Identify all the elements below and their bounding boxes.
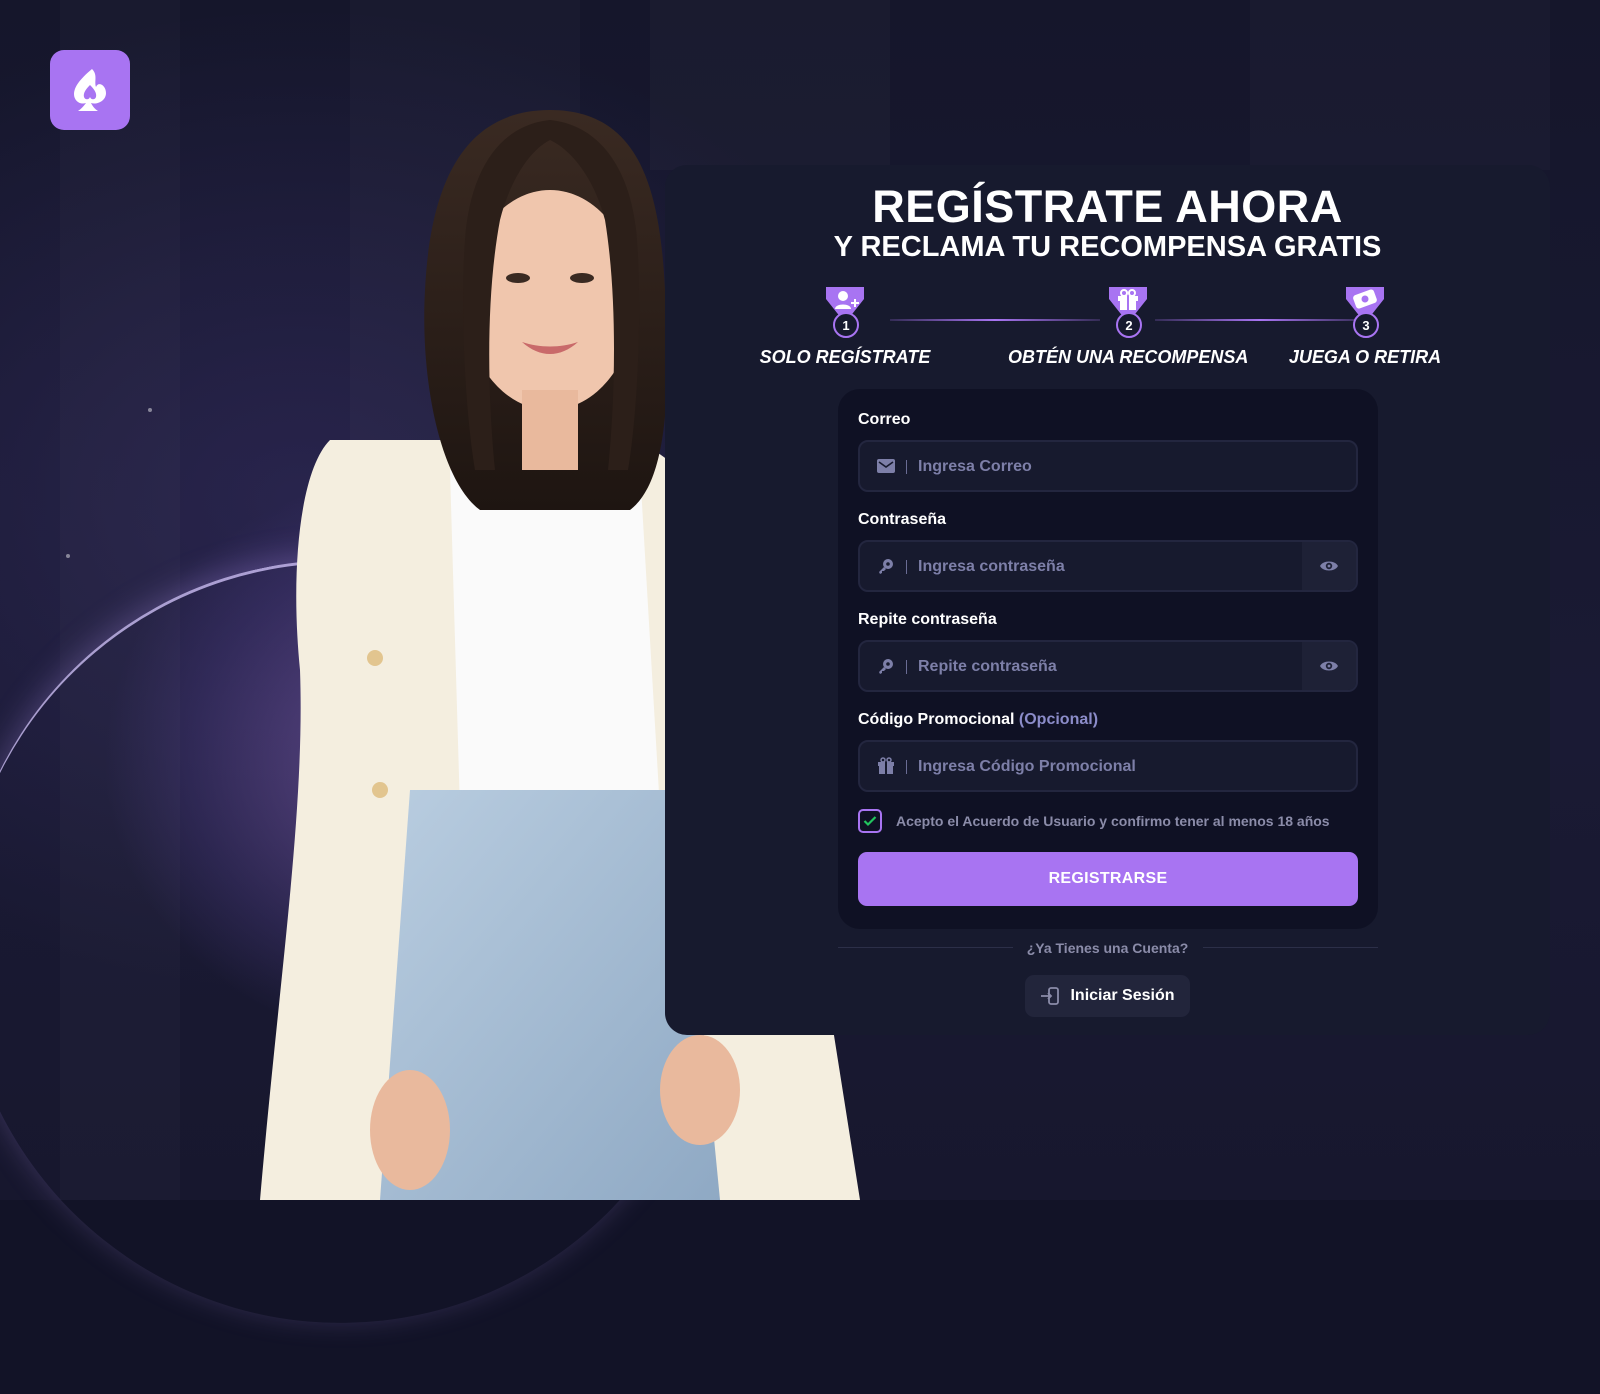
key-icon [876,657,896,675]
brand-logo[interactable] [50,50,130,130]
step-3: 3 JUEGA O RETIRA [1245,285,1485,368]
eye-icon [1320,561,1338,571]
background-panel [1250,0,1550,170]
step-label: JUEGA O RETIRA [1288,347,1442,367]
page-subtitle: Y RECLAMA TU RECOMPENSA GRATIS [833,231,1382,263]
envelope-icon [876,457,896,475]
step-number: 2 [1116,312,1142,338]
step-label: SOLO REGÍSTRATE [759,347,931,367]
registration-form: Correo Ingresa Correo Contraseña Ingresa… [838,389,1378,929]
register-button[interactable]: REGISTRARSE [858,852,1358,906]
key-icon [876,557,896,575]
email-placeholder: Ingresa Correo [918,458,1032,475]
page-title: REGÍSTRATE AHORA [872,181,1343,232]
already-have-account-text: ¿Ya Tienes una Cuenta? [1026,940,1189,956]
password-placeholder: Ingresa contraseña [918,558,1065,575]
field-separator [906,460,907,474]
password-label: Contraseña [858,511,947,528]
repeat-password-placeholder: Repite contraseña [918,658,1057,675]
repeat-password-field[interactable]: Repite contraseña [858,640,1358,692]
promo-placeholder: Ingresa Código Promocional [918,758,1136,775]
terms-label[interactable]: Acepto el Acuerdo de Usuario y confirmo … [896,813,1330,829]
promo-label: Código Promocional (Opcional) [858,711,1098,729]
show-repeat-password-toggle[interactable] [1302,642,1356,690]
check-icon [863,816,877,827]
field-separator [906,760,907,774]
gift-box-icon [876,757,896,775]
eye-icon [1320,661,1338,671]
promo-optional: (Opcional) [1018,711,1099,728]
step-number: 1 [833,312,859,338]
login-button[interactable]: Iniciar Sesión [1025,975,1190,1017]
field-separator [906,560,907,574]
register-card: REGÍSTRATE AHORA Y RECLAMA TU RECOMPENSA… [665,165,1550,1035]
password-field[interactable]: Ingresa contraseña [858,540,1358,592]
star-dot [66,554,70,558]
login-label: Iniciar Sesión [1070,987,1175,1004]
field-separator [906,660,907,674]
steps-progress: 1 SOLO REGÍSTRATE 2 OBTÉN UNA RECOMPENSA [725,285,1485,368]
email-field[interactable]: Ingresa Correo [858,440,1358,492]
email-label: Correo [858,411,911,428]
repeat-password-label: Repite contraseña [858,611,997,628]
terms-checkbox[interactable] [858,809,882,833]
login-icon [1041,987,1060,1005]
spade-flame-icon [74,69,106,111]
step-number: 3 [1353,312,1379,338]
promo-label-text: Código Promocional [858,711,1015,728]
promo-code-field[interactable]: Ingresa Código Promocional [858,740,1358,792]
show-password-toggle[interactable] [1302,542,1356,590]
step-label: OBTÉN UNA RECOMPENSA [1008,347,1249,367]
star-dot [148,408,152,412]
step-1: 1 SOLO REGÍSTRATE [725,285,965,368]
step-2: 2 OBTÉN UNA RECOMPENSA [1008,285,1248,368]
